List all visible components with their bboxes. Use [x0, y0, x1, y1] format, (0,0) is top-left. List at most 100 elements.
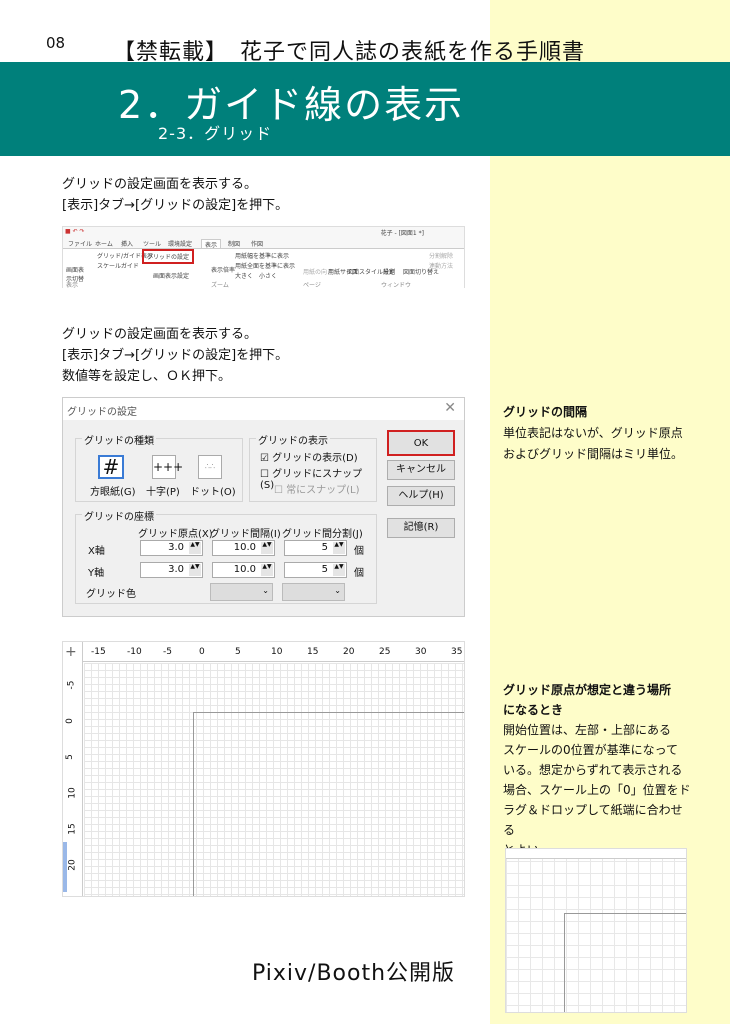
group-label: ページ — [303, 282, 321, 289]
window-title: 花子 - [図面1 *] — [380, 230, 424, 237]
col-interval: グリッド間隔(I) — [210, 529, 281, 540]
tab-drawing[interactable]: 作図 — [251, 239, 263, 248]
note-grid-interval: グリッドの間隔 単位表記はないが、グリッド原点 およびグリッド間隔はミリ単位。 — [503, 402, 693, 465]
group-label: 表示 — [66, 282, 79, 289]
spinner-icon: ▲▼ — [333, 542, 345, 554]
note-title: グリッド原点が想定と違う場所 — [503, 683, 672, 697]
text-line: 数値等を設定し、ＯＫ押下。 — [62, 369, 232, 384]
text-line: ラグ＆ドロップして紙端に合わせる — [503, 803, 683, 837]
group-label: ズーム — [211, 282, 229, 289]
dialog-title: グリッドの設定 — [67, 407, 137, 418]
ruler-tick-label: 25 — [68, 895, 78, 896]
spinner-icon: ▲▼ — [261, 564, 273, 576]
y-origin-input[interactable]: 3.0 ▲▼ — [140, 562, 203, 578]
y-division-input[interactable]: 5 ▲▼ — [284, 562, 347, 578]
show-grid-checkbox[interactable]: ☑ グリッドの表示(D) — [260, 449, 358, 464]
scale-guide-button[interactable]: スケールガイド — [97, 261, 139, 270]
ruler-tick-label: 10 — [67, 787, 78, 799]
ruler-tick-label: 35 — [451, 647, 463, 657]
instruction-1: グリッドの設定画面を表示する。 [表示]タブ→[グリッドの設定]を押下。 — [62, 174, 288, 216]
help-button[interactable]: ヘルプ(H) — [387, 486, 455, 506]
spinner-icon: ▲▼ — [261, 542, 273, 554]
ruler-tick-label: 20 — [67, 859, 78, 871]
grid-settings-button[interactable]: グリッドの設定 — [142, 249, 195, 264]
memory-button[interactable]: 記憶(R) — [387, 518, 455, 538]
grid-type-cross-label[interactable]: 十字(P) — [146, 483, 180, 498]
text-line: グリッドの設定画面を表示する。 — [62, 177, 258, 192]
ruler-tick-label: 0 — [64, 718, 75, 724]
note-grid-origin: グリッド原点が想定と違う場所 になるとき 開始位置は、左部・上部にある スケール… — [503, 680, 693, 860]
unsplit-button[interactable]: 分割解除 — [429, 251, 453, 260]
ok-button[interactable]: OK — [387, 430, 455, 456]
paper-edge — [193, 712, 464, 896]
text-line: およびグリッド間隔はミリ単位。 — [503, 447, 684, 461]
grid-type-square-icon[interactable]: # — [98, 455, 124, 479]
ruler-tick-label: -15 — [91, 647, 106, 657]
tab-drafting[interactable]: 制図 — [228, 239, 240, 248]
small-grid-screenshot — [505, 848, 687, 1013]
paper-edge — [564, 913, 686, 1012]
ruler-tick-label: 10 — [271, 647, 283, 657]
instruction-2: グリッドの設定画面を表示する。 [表示]タブ→[グリッドの設定]を押下。 数値等… — [62, 324, 288, 387]
zoom-in-button[interactable]: 大きく — [235, 271, 253, 280]
group-label: ウィンドウ — [381, 282, 412, 289]
grid-type-label: グリッドの種類 — [82, 432, 156, 447]
spinner-icon: ▲▼ — [189, 564, 201, 576]
screen-display-settings-button[interactable]: 画面表示設定 — [153, 271, 189, 280]
subsection-title: 2-3．グリッド — [158, 124, 273, 143]
split-button[interactable]: 分割 — [383, 267, 395, 276]
ruler-tick-label: 30 — [415, 647, 427, 657]
ruler-tick-label: -5 — [163, 647, 172, 657]
grid-canvas-screenshot: + -15 -10 -5 0 5 10 15 20 25 30 35 -5 0 5 10 15 20 25 — [62, 641, 465, 897]
grid-color-select[interactable]: ⌄ — [210, 583, 273, 601]
text-line: 開始位置は、左部・上部にある — [503, 723, 672, 737]
fit-width-button[interactable]: 用紙幅を基準に表示 — [235, 251, 289, 260]
text-line: グリッドの設定画面を表示する。 — [62, 327, 258, 342]
x-division-input[interactable]: 5 ▲▼ — [284, 540, 347, 556]
horizontal-ruler[interactable] — [63, 642, 464, 662]
grid-color-select-2[interactable]: ⌄ — [282, 583, 345, 601]
tab-settings[interactable]: 環境設定 — [168, 239, 192, 248]
note-title: になるとき — [503, 703, 564, 717]
ruler-tick-label: 5 — [64, 754, 75, 760]
always-snap-label: 常にスナップ(L) — [286, 485, 360, 496]
zoom-ratio-button[interactable]: 表示倍率 — [211, 265, 235, 274]
grid-type-dot-icon[interactable]: ∴∴ — [198, 455, 222, 479]
note-title: グリッドの間隔 — [503, 405, 588, 419]
y-interval-input[interactable]: 10.0 ▲▼ — [212, 562, 275, 578]
spinner-icon: ▲▼ — [333, 564, 345, 576]
close-icon[interactable]: ✕ — [444, 400, 456, 416]
text-line: いる。想定からずれて表示される — [503, 763, 683, 777]
page-number: 08 — [46, 34, 66, 52]
text-line: スケールの0位置が基準になって — [503, 743, 679, 757]
text-line: [表示]タブ→[グリッドの設定]を押下。 — [62, 198, 289, 213]
x-origin-input[interactable]: 3.0 ▲▼ — [140, 540, 203, 556]
tab-file[interactable]: ファイル — [68, 239, 92, 248]
grid-type-cross-icon[interactable]: +++ — [152, 455, 183, 479]
scrollbar[interactable] — [63, 842, 67, 892]
x-interval-input[interactable]: 10.0 ▲▼ — [212, 540, 275, 556]
grid-type-square-label[interactable]: 方眼紙(G) — [90, 483, 136, 498]
fit-page-button[interactable]: 用紙全面を基準に表示 — [235, 261, 295, 270]
grid-color-label: グリッド色 — [86, 589, 136, 600]
ruler-tick-label: 15 — [67, 823, 78, 835]
grid-display-label: グリッドの表示 — [256, 432, 330, 447]
tab-tools[interactable]: ツール — [143, 239, 161, 248]
col-division: グリッド間分割(J) — [282, 529, 363, 540]
tab-home[interactable]: ホーム — [95, 239, 113, 248]
zoom-out-button[interactable]: 小さく — [259, 271, 277, 280]
grid-type-dot-label[interactable]: ドット(O) — [190, 483, 236, 498]
grid-settings-dialog: グリッドの設定 ✕ グリッドの種類 # +++ ∴∴ 方眼紙(G) 十字(P) … — [62, 397, 465, 617]
ruler-origin-icon[interactable]: + — [65, 644, 77, 660]
ribbon-screenshot: ■ ↶ ↷ 花子 - [図面1 *] ファイル ホーム 挿入 ツール 環境設定 … — [62, 226, 465, 289]
cancel-button[interactable]: キャンセル — [387, 460, 455, 480]
unit-label: 個 — [354, 568, 364, 579]
text-line: 単位表記はないが、グリッド原点 — [503, 426, 683, 440]
grid-coords-label: グリッドの座標 — [82, 508, 156, 523]
ruler-tick-label: 25 — [379, 647, 391, 657]
app-icon: ■ ↶ ↷ — [65, 228, 85, 235]
link-method-button[interactable]: 連動方法 — [429, 261, 453, 270]
tab-insert[interactable]: 挿入 — [121, 239, 133, 248]
footer-label: Pixiv/Booth公開版 — [252, 961, 456, 986]
always-snap-checkbox[interactable]: ☐ 常にスナップ(L) — [274, 481, 360, 496]
